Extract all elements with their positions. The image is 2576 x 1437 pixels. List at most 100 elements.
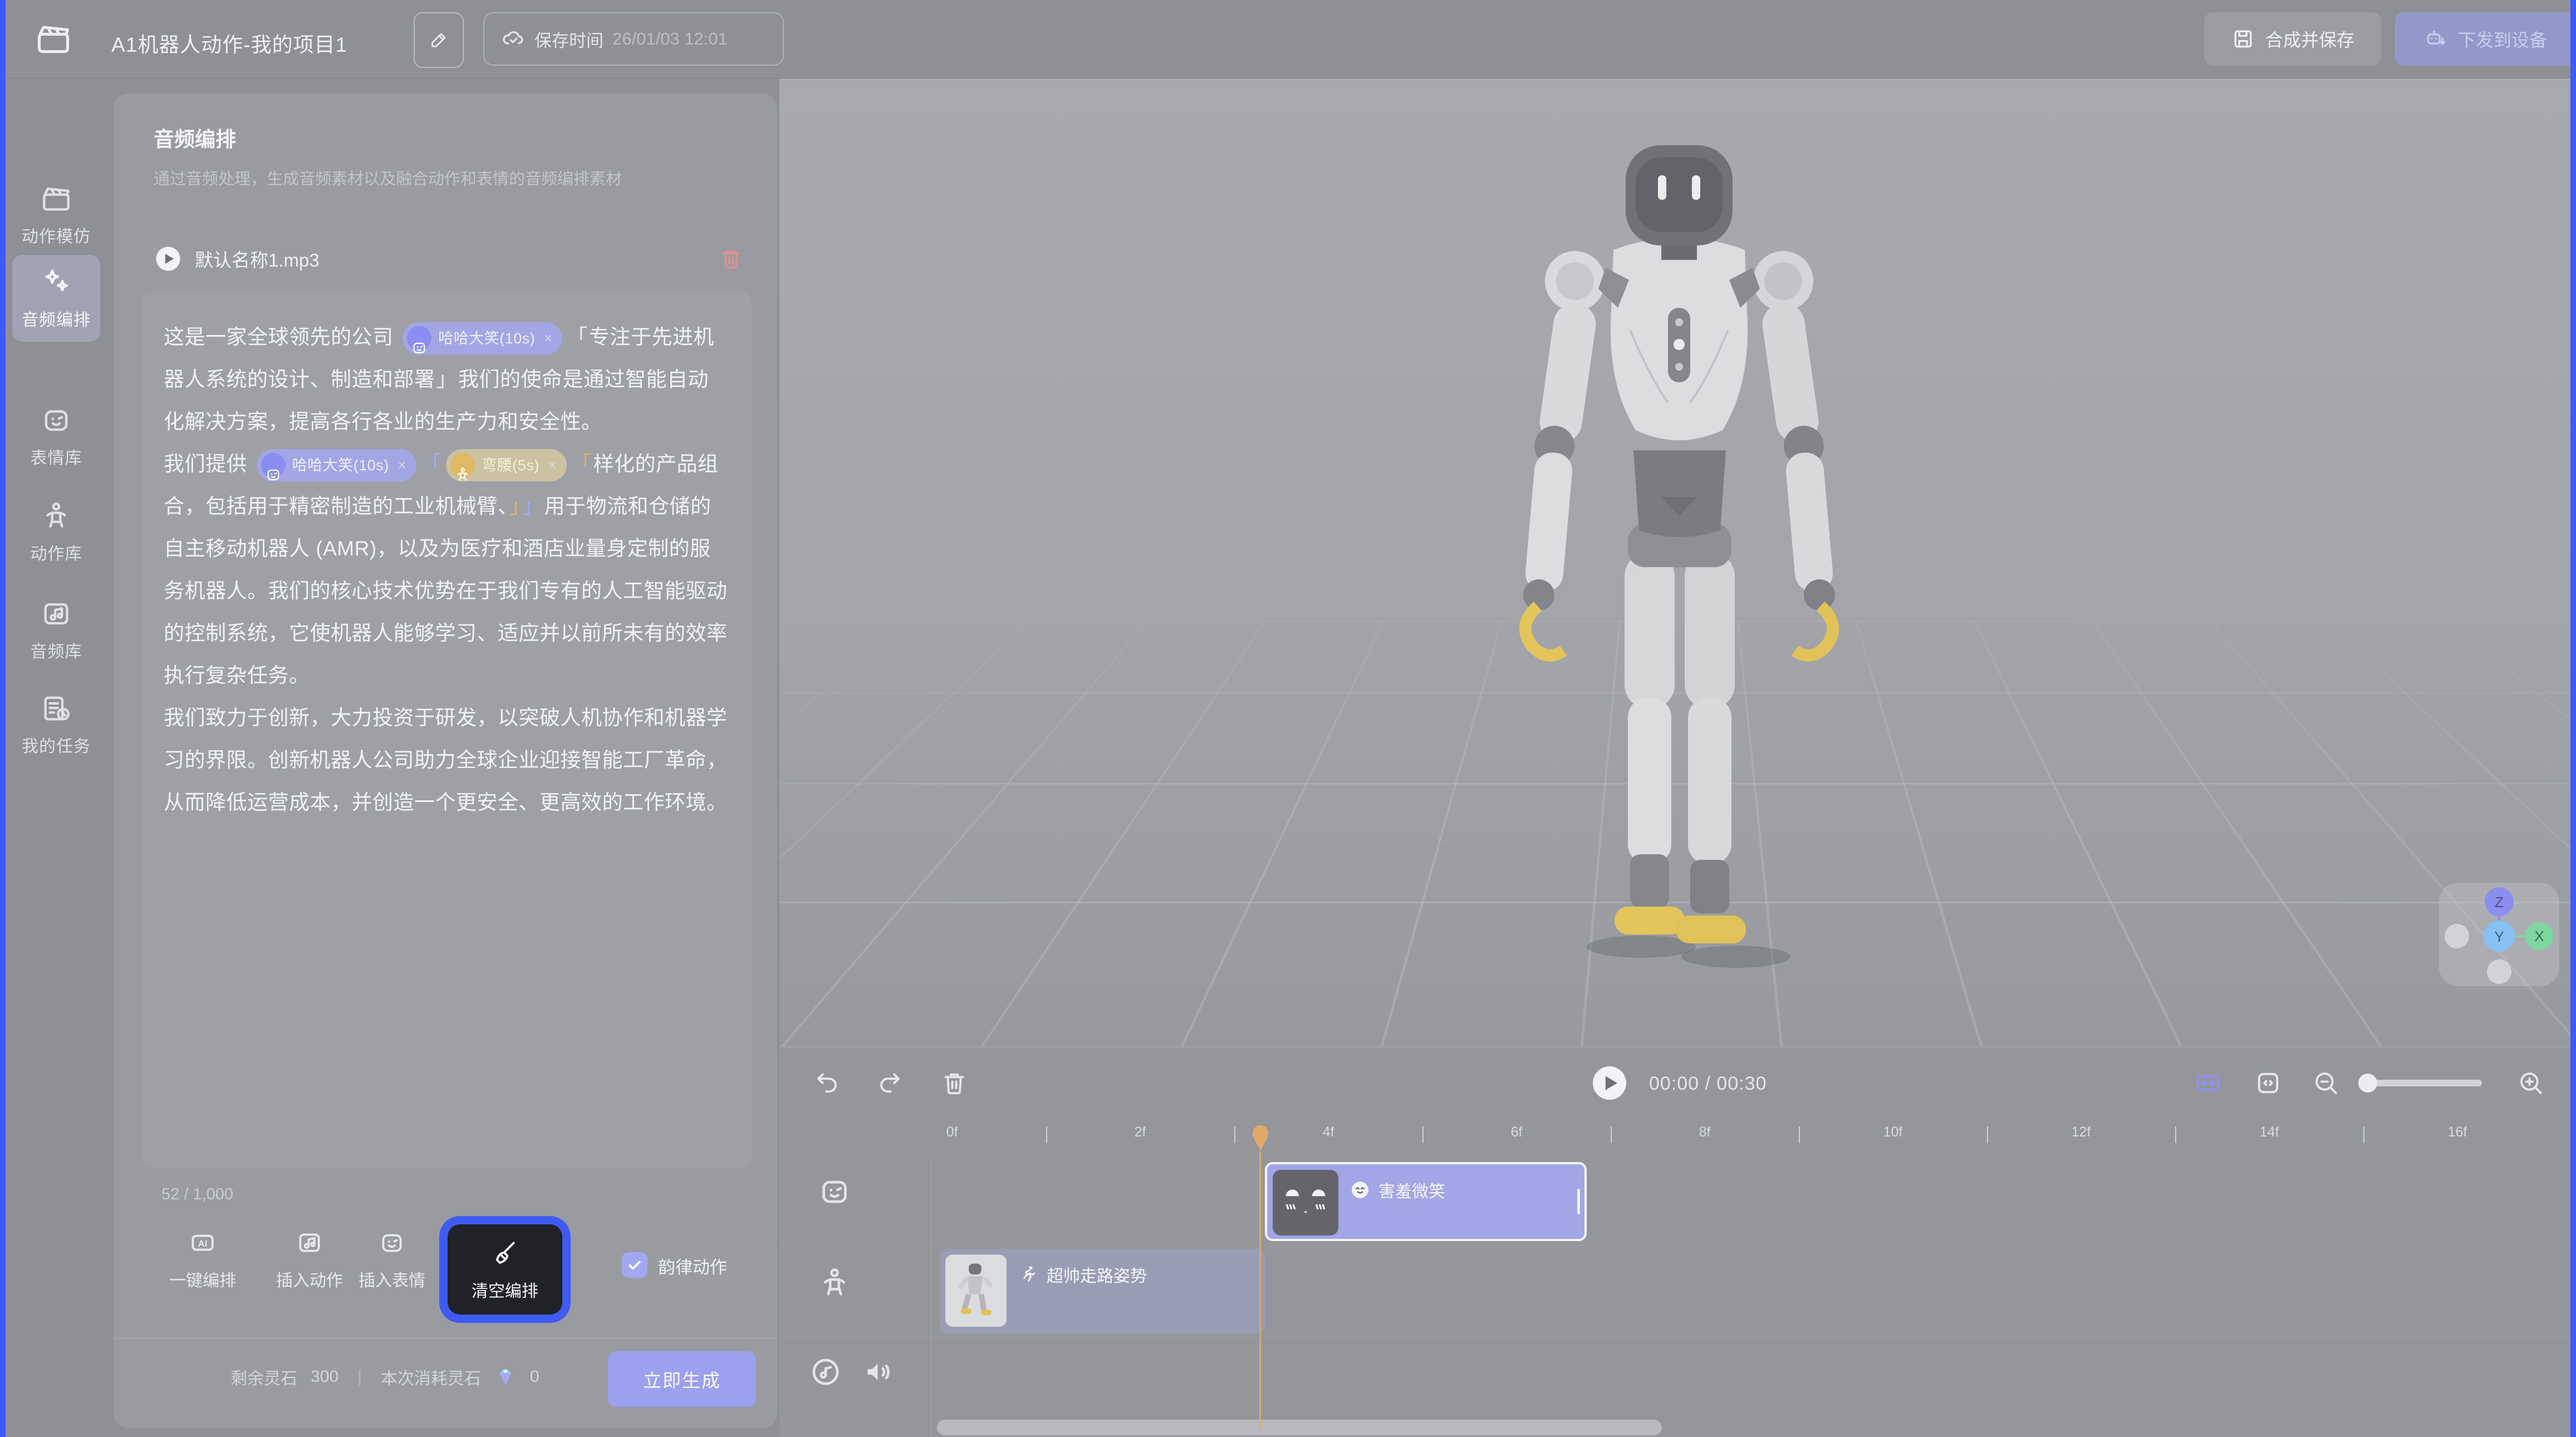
zoom-in-icon[interactable] (2516, 1069, 2545, 1098)
action-thumbnail (945, 1254, 1007, 1327)
playhead-marker[interactable] (1251, 1124, 1270, 1153)
ruler-tick (1046, 1126, 1047, 1143)
action-clip[interactable]: 超帅走路姿势 (940, 1249, 1265, 1333)
axis-gizmo[interactable]: Z X Y (2439, 883, 2559, 986)
expression-tag[interactable]: 哈哈大笑(10s)× (257, 449, 416, 481)
check-icon (626, 1257, 643, 1273)
footer-divider: | (357, 1367, 362, 1386)
person-icon (450, 453, 475, 478)
ruler-tick (1987, 1126, 1988, 1143)
play-audio-icon[interactable] (154, 244, 183, 273)
cloud-saved-icon (501, 27, 526, 51)
axis-x-label: X (2534, 928, 2544, 944)
insert-expression-label: 插入表情 (359, 1267, 425, 1291)
timeline-ruler[interactable]: 0f2f4f6f8f10f12f14f16f (779, 1120, 2570, 1157)
clear-orchestration-label: 清空编排 (472, 1277, 538, 1302)
timeline-zoom-slider[interactable] (2361, 1080, 2482, 1086)
viewport-3d[interactable]: Z X Y (779, 78, 2570, 1046)
one-click-orchestrate-button[interactable]: AI 一键编排 (153, 1229, 253, 1291)
tag-label: 哈哈大笑(10s) (438, 317, 535, 360)
ruler-label: 0f (946, 1124, 958, 1140)
ruler-tick (1422, 1126, 1424, 1143)
expression-clip[interactable]: 害羞微笑 (1265, 1162, 1587, 1241)
delete-clip-icon[interactable] (940, 1069, 969, 1098)
sidebar-item-label: 动作模仿 (22, 223, 91, 247)
ruler-label: 2f (1135, 1124, 1146, 1140)
clapper-icon (40, 183, 72, 215)
clip-label: 超帅走路姿势 (1047, 1262, 1147, 1287)
synthesize-save-button[interactable]: 合成并保存 (2204, 12, 2381, 66)
rename-project-button[interactable] (414, 12, 464, 68)
save-time-label: 保存时间 (534, 27, 603, 52)
floppy-icon (2231, 27, 2255, 51)
play-button[interactable] (1589, 1063, 1630, 1103)
clear-orchestration-button[interactable]: 清空编排 (448, 1224, 562, 1315)
sidebar-item-label: 表情库 (31, 444, 82, 469)
char-count: 52 / 1,000 (161, 1185, 233, 1204)
ruler-tick (1611, 1126, 1612, 1143)
redo-icon[interactable] (875, 1069, 904, 1098)
generate-now-label: 立即生成 (643, 1366, 721, 1392)
svg-text:AI: AI (198, 1238, 208, 1249)
sidebar-item-audio-library[interactable]: 音频库 (12, 587, 100, 673)
app-window: A1机器人动作-我的项目1 保存时间 26/01/03 12:01 合成并保存 … (0, 0, 2576, 1437)
undo-icon[interactable] (813, 1069, 842, 1098)
delete-audio-icon[interactable] (718, 246, 744, 272)
project-title: A1机器人动作-我的项目1 (111, 28, 347, 58)
snap-toggle-icon[interactable] (2194, 1069, 2222, 1098)
deploy-to-device-button[interactable]: 下发到设备 (2395, 12, 2575, 66)
sidebar-item-motion-library[interactable]: 动作库 (12, 489, 100, 575)
ruler-tick (1234, 1126, 1235, 1143)
zoom-out-icon[interactable] (2312, 1069, 2341, 1098)
robot-face-icon (407, 326, 431, 351)
remove-tag-icon[interactable]: × (544, 317, 552, 360)
ruler-tick (2363, 1126, 2364, 1143)
generate-now-button[interactable]: 立即生成 (608, 1351, 756, 1407)
robot-face-icon (378, 1229, 406, 1257)
music-box-icon (296, 1229, 323, 1257)
action-tag[interactable]: 弯腰(5s)× (446, 449, 567, 481)
insert-expression-button[interactable]: 插入表情 (342, 1229, 442, 1291)
gem-icon (494, 1366, 517, 1388)
clip-resize-handle[interactable] (1577, 1189, 1580, 1214)
synthesize-save-label: 合成并保存 (2265, 26, 2354, 52)
screen-edge-left (0, 0, 6, 1437)
remove-tag-icon[interactable]: × (398, 444, 406, 486)
timeline-hscrollbar[interactable] (937, 1420, 1662, 1435)
time-display: 00:00 / 00:30 (1649, 1073, 1767, 1095)
sidebar-item-audio-orchestration[interactable]: 音频编排 (12, 255, 100, 342)
sidebar-item-expression-library[interactable]: 表情库 (12, 393, 100, 480)
sidebar-item-label: 音频编排 (22, 306, 91, 331)
slider-knob[interactable] (2358, 1074, 2377, 1092)
panel-title: 音频编排 (154, 122, 236, 152)
expression-tag[interactable]: 哈哈大笑(10s)× (403, 322, 562, 355)
editor-toolbar: AI 一键编排 插入动作 插入表情 清空编排 韵律动作 (114, 1229, 777, 1329)
playhead-line (1259, 1152, 1261, 1430)
script-text-segment: 我们致力于创新，大力投资于研发，以突破人机协作和机器学习的界限。创新机器人公司助… (164, 706, 728, 814)
ruler-tick (1799, 1126, 1800, 1143)
fit-width-icon[interactable] (2254, 1069, 2283, 1098)
robot-download-icon (2423, 27, 2448, 51)
segment-bracket: 「 (571, 452, 592, 475)
remove-tag-icon[interactable]: × (548, 444, 557, 486)
ai-icon: AI (189, 1229, 217, 1257)
insert-motion-label: 插入动作 (276, 1267, 343, 1291)
ruler-label: 6f (1511, 1124, 1523, 1140)
tag-label: 弯腰(5s) (482, 444, 539, 486)
rhythm-motion-label: 韵律动作 (658, 1253, 727, 1278)
face-icon (40, 404, 72, 436)
sidebar-item-my-tasks[interactable]: 我的任务 (12, 681, 100, 768)
ruler-tick (2175, 1126, 2176, 1143)
remaining-gems-label: 剩余灵石 (230, 1365, 297, 1389)
sidebar-item-motion-mimic[interactable]: 动作模仿 (12, 171, 100, 258)
axis-y-label: Y (2494, 928, 2504, 945)
script-editor[interactable]: 这是一家全球领先的公司 哈哈大笑(10s)×「专注于先进机器人系统的设计、制造和… (141, 292, 752, 1168)
rhythm-motion-checkbox[interactable] (622, 1252, 647, 1278)
save-time-value: 26/01/03 12:01 (612, 29, 728, 49)
script-text-segment: 这是一家全球领先的公司 (164, 326, 399, 348)
audio-orchestration-panel: 音频编排 通过音频处理，生成音频素材以及融合动作和表情的音频编排素材 默认名称1… (114, 93, 777, 1428)
sidebar-item-label: 音频库 (31, 638, 82, 662)
clip-label: 害羞微笑 (1378, 1178, 1445, 1202)
robot-face-icon (261, 453, 286, 478)
script-text-segment: 我们提供 (164, 452, 253, 475)
